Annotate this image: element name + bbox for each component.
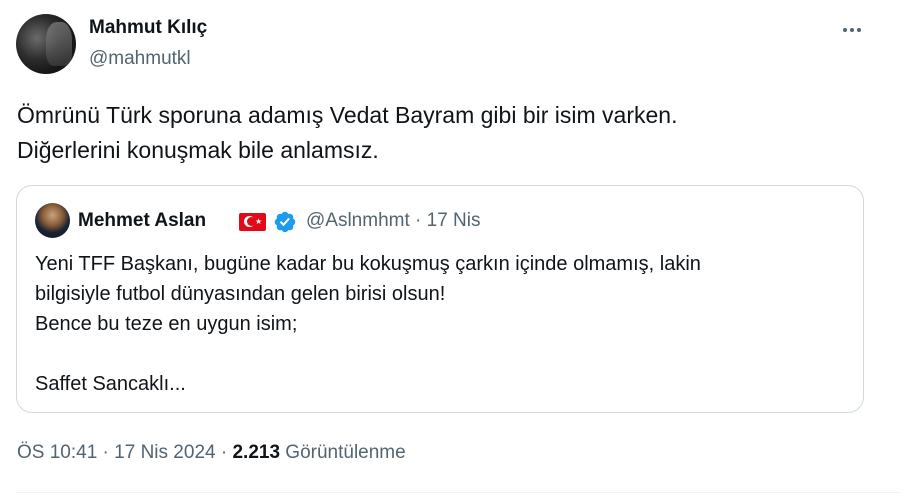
tweet-meta: ÖS 10:41 · 17 Nis 2024 · 2.213 Görüntüle… <box>17 442 406 464</box>
meta-separator: · <box>97 442 115 463</box>
quoted-author-name: Mehmet Aslan <box>78 210 207 231</box>
quoted-author-handle-date: @Aslnmhmt · 17 Nis <box>306 210 481 231</box>
tweet-time: ÖS 10:41 <box>17 442 98 463</box>
author-avatar[interactable] <box>16 14 76 74</box>
tweet-text-line: Diğerlerini konuşmak bile anlamsız. <box>17 137 379 163</box>
quoted-tweet-text: Yeni TFF Başkanı, bugüne kadar bu kokuşm… <box>35 249 701 399</box>
quoted-author-avatar <box>35 203 70 238</box>
verified-badge-icon <box>274 211 296 233</box>
tweet-time-link[interactable]: ÖS 10:41 · 17 Nis 2024 <box>17 442 216 463</box>
quoted-text-line: Saffet Sancaklı... <box>35 373 186 395</box>
quoted-text-line: bilgisiyle futbol dünyasından gelen biri… <box>35 283 446 305</box>
tweet-text: Ömrünü Türk sporuna adamış Vedat Bayram … <box>17 98 877 168</box>
author-name[interactable]: Mahmut Kılıç <box>89 17 207 39</box>
meta-separator: · <box>215 442 233 463</box>
quoted-text-line <box>35 339 701 369</box>
turkey-flag-icon: ★ <box>239 213 266 231</box>
quoted-text-line: Bence bu teze en uygun isim; <box>35 313 298 335</box>
views-count: 2.213 <box>232 442 281 463</box>
author-handle[interactable]: @mahmutkl <box>89 48 191 70</box>
quoted-text-line: Yeni TFF Başkanı, bugüne kadar bu kokuşm… <box>35 253 701 275</box>
more-options-icon[interactable] <box>838 20 866 40</box>
views-label: Görüntülenme <box>280 442 406 463</box>
tweet-date: 17 Nis 2024 <box>114 442 216 463</box>
divider <box>16 492 900 493</box>
quoted-tweet-card[interactable]: Mehmet Aslan ★ @Aslnmhmt · 17 Nis Yeni T… <box>16 185 864 413</box>
tweet-text-line: Ömrünü Türk sporuna adamış Vedat Bayram … <box>17 102 678 128</box>
